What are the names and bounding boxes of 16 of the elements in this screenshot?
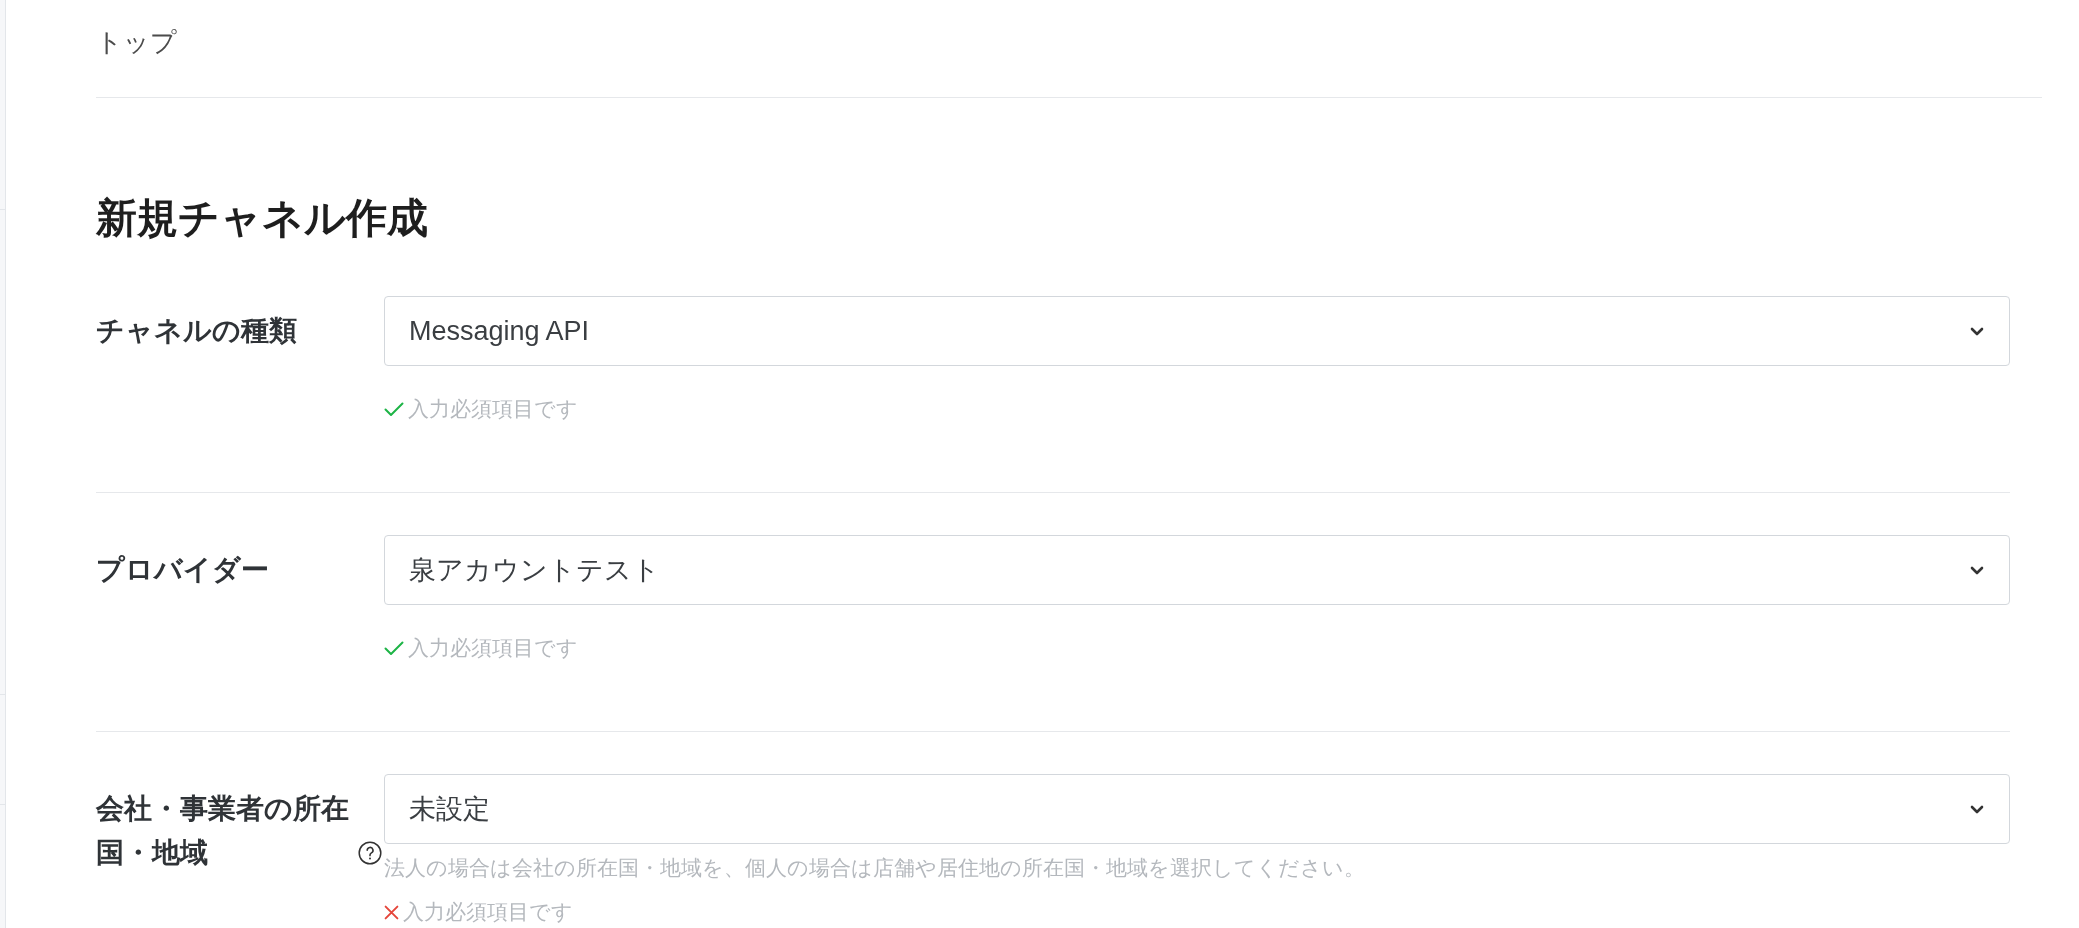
page-title: 新規チャネル作成 [96, 194, 429, 243]
field-label: 会社・事業者の所在国・地域 [96, 792, 350, 870]
chevron-down-icon [1970, 804, 1984, 814]
chevron-down-icon [1970, 326, 1984, 336]
dropdown-select[interactable]: 泉アカウントテスト [384, 535, 2010, 605]
dropdown-select[interactable]: Messaging API [384, 296, 2010, 366]
validation-message: 入力必須項目です [408, 636, 578, 660]
field-label: チャネルの種類 [96, 314, 297, 348]
field-label: プロバイダー [96, 553, 269, 587]
validation-message: 入力必須項目です [408, 397, 578, 421]
dropdown-select[interactable]: 未設定 [384, 774, 2010, 844]
help-icon[interactable] [358, 841, 382, 865]
field-description: 法人の場合は会社の所在国・地域を、個人の場合は店舗や居住地の所在国・地域を選択してください。 [384, 856, 1366, 880]
chevron-down-icon [1970, 565, 1984, 575]
validation-message: 入力必須項目です [403, 900, 573, 924]
breadcrumb-link[interactable]: トップ [96, 27, 177, 57]
